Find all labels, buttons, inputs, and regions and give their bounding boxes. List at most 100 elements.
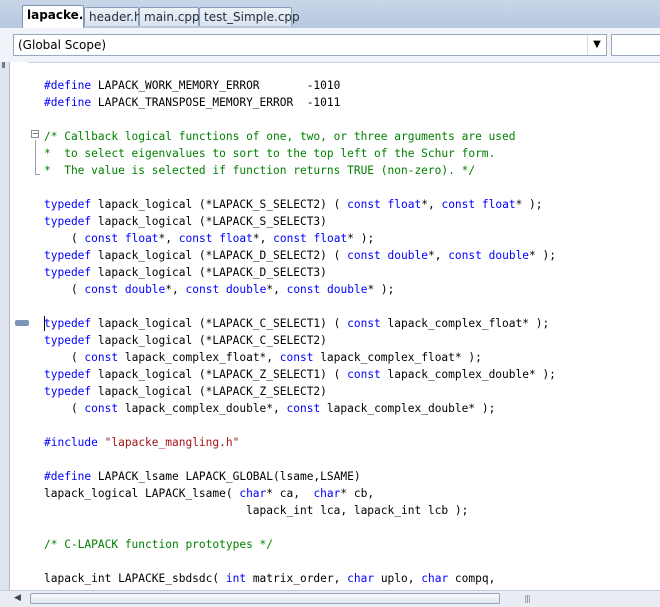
code-token: lapack_logical (*LAPACK_S_SELECT3) xyxy=(91,215,327,228)
code-line: lapack_int LAPACKE_sbdsdc( int matrix_or… xyxy=(44,570,495,587)
code-token: const xyxy=(347,368,381,381)
code-token: #define xyxy=(44,470,92,483)
code-line: lapack_int lca, lapack_int lcb ); xyxy=(44,502,468,519)
code-token: lapack_logical LAPACK_lsame( xyxy=(44,487,240,500)
code-token: #include xyxy=(44,436,98,449)
editor-left-frame xyxy=(0,62,10,590)
fold-guide-line xyxy=(35,140,36,174)
code-line: * The value is selected if function retu… xyxy=(44,162,475,179)
code-line: #define LAPACK_WORK_MEMORY_ERROR -1010 xyxy=(44,77,340,94)
code-token: *, xyxy=(165,283,186,296)
code-token: const xyxy=(347,249,381,262)
code-token: lapack_complex_double* ); xyxy=(320,402,496,415)
code-token: double xyxy=(124,283,166,296)
code-line: typedef lapack_logical (*LAPACK_D_SELECT… xyxy=(44,264,327,281)
code-token: lapack_complex_double*, xyxy=(118,402,287,415)
code-token: typedef xyxy=(44,215,92,228)
code-line: typedef lapack_logical (*LAPACK_D_SELECT… xyxy=(44,247,556,264)
code-token: typedef xyxy=(44,266,92,279)
code-token: lapack_int LAPACKE_sbdsdc( xyxy=(44,572,226,585)
code-line: ( const float*, const float*, const floa… xyxy=(44,230,374,247)
code-token: const xyxy=(347,198,381,211)
editor-gutter[interactable] xyxy=(10,62,28,590)
code-token: float xyxy=(387,198,422,211)
code-token: LAPACK_WORK_MEMORY_ERROR -1010 xyxy=(91,79,341,92)
tab-main-cpp[interactable]: main.cpp xyxy=(139,7,200,26)
code-token: lapack_logical (*LAPACK_Z_SELECT2) xyxy=(91,385,327,398)
code-token: typedef xyxy=(44,385,92,398)
code-token: * ); xyxy=(515,198,543,211)
code-token: ( xyxy=(44,283,85,296)
code-token: #define xyxy=(44,96,92,109)
code-token: ( xyxy=(44,232,85,245)
code-token: lapack_complex_float* ); xyxy=(313,351,482,364)
code-line: /* Callback logical functions of one, tw… xyxy=(44,128,515,145)
code-token: const xyxy=(84,402,119,415)
code-token: typedef xyxy=(44,249,92,262)
code-token: const xyxy=(273,232,307,245)
code-token: const xyxy=(441,198,476,211)
code-token: * cb, xyxy=(340,487,375,500)
navigation-bar: (Global Scope) ▼ xyxy=(0,28,660,63)
code-token: *, xyxy=(252,232,274,245)
code-line: ( const double*, const double*, const do… xyxy=(44,281,394,298)
horizontal-scrollbar[interactable]: ◀ ||| xyxy=(0,590,660,607)
code-token: const xyxy=(84,351,119,364)
code-token: lapack_logical (*LAPACK_C_SELECT2) xyxy=(91,334,327,347)
document-tab-strip: lapacke.h header.h main.cpp test_Simple.… xyxy=(0,0,660,29)
code-token: lapack_complex_double* ); xyxy=(380,368,556,381)
code-token: char xyxy=(313,487,341,500)
tab-header-h[interactable]: header.h xyxy=(84,7,142,26)
scrollbar-grip-icon: ||| xyxy=(524,594,530,603)
code-token: "lapacke_mangling.h" xyxy=(104,436,240,449)
scrollbar-thumb[interactable] xyxy=(30,593,500,604)
tab-lapacke-h[interactable]: lapacke.h xyxy=(22,5,92,28)
code-token: /* Callback logical functions of one, tw… xyxy=(44,130,516,143)
bookmark-icon[interactable] xyxy=(15,320,29,326)
code-token: uplo, xyxy=(374,572,422,585)
code-token: typedef xyxy=(44,368,92,381)
code-line: typedef lapack_logical (*LAPACK_Z_SELECT… xyxy=(44,383,327,400)
scroll-left-icon[interactable]: ◀ xyxy=(10,592,25,605)
code-line: typedef lapack_logical (*LAPACK_Z_SELECT… xyxy=(44,366,556,383)
code-token: const xyxy=(448,249,482,262)
code-token: float xyxy=(313,232,348,245)
code-token: * The value is selected if function retu… xyxy=(44,164,476,177)
member-dropdown[interactable] xyxy=(611,34,660,56)
frame-marker xyxy=(2,62,5,68)
code-token: lapack_complex_float*, xyxy=(118,351,280,364)
code-token: * ); xyxy=(367,283,395,296)
code-line: /* C-LAPACK function prototypes */ xyxy=(44,536,273,553)
scope-dropdown[interactable]: (Global Scope) ▼ xyxy=(13,34,607,56)
tab-test-simple-cpp[interactable]: test_Simple.cpp xyxy=(199,7,300,26)
code-token: double xyxy=(488,249,530,262)
code-token: char xyxy=(239,487,267,500)
code-token: typedef xyxy=(44,334,92,347)
code-token: double xyxy=(225,283,267,296)
code-editor[interactable]: #define LAPACK_WORK_MEMORY_ERROR -1010 #d… xyxy=(44,62,660,590)
code-token: const xyxy=(84,283,119,296)
collapse-region-icon[interactable]: − xyxy=(31,130,39,138)
chevron-down-icon[interactable]: ▼ xyxy=(587,35,606,55)
code-token: lapack_complex_float* ); xyxy=(380,317,550,330)
code-token: LAPACK_TRANSPOSE_MEMORY_ERROR -1011 xyxy=(91,96,341,109)
code-line: #include "lapacke_mangling.h" xyxy=(44,434,239,451)
code-token: *, xyxy=(427,249,449,262)
code-token: lapack_logical (*LAPACK_Z_SELECT1) ( xyxy=(91,368,348,381)
text-caret xyxy=(44,316,45,331)
code-token: const xyxy=(279,351,314,364)
scope-dropdown-value: (Global Scope) xyxy=(18,38,107,52)
code-token: const xyxy=(347,317,381,330)
code-token: * to select eigenvalues to sort to the t… xyxy=(44,147,496,160)
code-token: const xyxy=(84,232,119,245)
code-line: #define LAPACK_lsame LAPACK_GLOBAL(lsame… xyxy=(44,468,361,485)
code-token: #define xyxy=(44,79,92,92)
code-line: typedef lapack_logical (*LAPACK_C_SELECT… xyxy=(44,332,327,349)
